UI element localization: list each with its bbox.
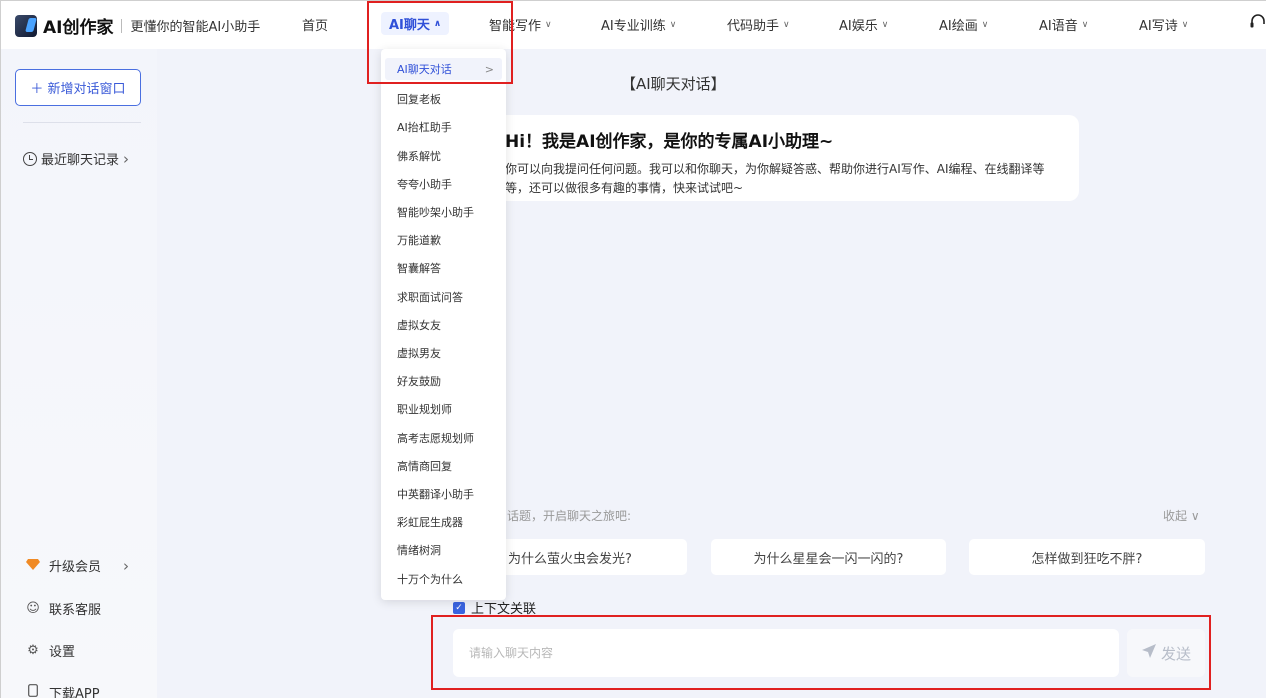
welcome-line-1: 你可以向我提问任何问题。我可以和你聊天，为你解疑答惑、帮助你进行AI写作、AI编…	[505, 162, 1045, 176]
chevron-right-icon: ›	[123, 149, 130, 168]
nav-ai-chat-label: AI聊天	[389, 18, 430, 33]
headset-icon[interactable]	[1249, 13, 1266, 36]
send-label: 发送	[1160, 644, 1191, 663]
download-app-link[interactable]: 下载APP	[25, 683, 100, 698]
nav-ai-poetry-label: AI写诗	[1139, 19, 1178, 34]
suggestion-chip[interactable]: 为什么星星会一闪一闪的?	[711, 539, 946, 575]
dropdown-item[interactable]: 中英翻译小助手	[397, 486, 474, 502]
send-button[interactable]: 发送	[1127, 629, 1205, 677]
phone-icon	[25, 684, 41, 698]
nav-ai-voice[interactable]: AI语音 ∨	[1039, 15, 1088, 34]
send-icon	[1141, 643, 1157, 663]
contact-support-link[interactable]: ☺ 联系客服	[25, 599, 101, 618]
chevron-down-icon: ∨	[1081, 19, 1089, 30]
checkbox-checked-icon[interactable]: ✓	[453, 601, 465, 614]
nav-ai-training-label: AI专业训练	[601, 19, 666, 34]
dropdown-item[interactable]: 彩虹屁生成器	[397, 514, 463, 530]
nav-ai-entertainment[interactable]: AI娱乐 ∨	[839, 15, 888, 34]
dropdown-item[interactable]: 职业规划师	[397, 401, 452, 417]
new-chat-button[interactable]: ＋ 新增对话窗口	[15, 69, 141, 106]
suggestion-label: 话题，开启聊天之旅吧:	[507, 509, 632, 523]
welcome-heading: Hi！我是AI创作家，是你的专属AI小助理~	[505, 132, 834, 152]
nav-ai-training[interactable]: AI专业训练 ∨	[601, 15, 676, 34]
input-area-highlight: 发送	[431, 615, 1211, 690]
settings-label: 设置	[49, 645, 76, 660]
nav-ai-chat[interactable]: AI聊天 ∧	[381, 12, 450, 35]
nav-home-label: 首页	[302, 19, 329, 34]
nav-home[interactable]: 首页	[302, 15, 328, 34]
dropdown-item[interactable]: 情绪树洞	[397, 542, 441, 558]
chevron-down-icon: ∨	[881, 19, 889, 30]
logo-divider	[121, 18, 123, 33]
chevron-right-icon: >	[484, 62, 494, 76]
download-app-label: 下载APP	[49, 687, 100, 698]
dropdown-item[interactable]: 夸夸小助手	[397, 176, 452, 192]
logo-name: AI创作家	[43, 18, 114, 38]
dropdown-item[interactable]: 高情商回复	[397, 458, 452, 474]
dropdown-item[interactable]: 回复老板	[397, 91, 441, 107]
collapse-button[interactable]: 收起 ∨	[1163, 507, 1200, 524]
dropdown-item[interactable]: 高考志愿规划师	[397, 430, 474, 446]
top-nav: AI创作家 更懂你的智能AI小助手 首页 AI聊天 ∧ 智能写作 ∨ AI专业训…	[1, 1, 1266, 49]
sidebar: ＋ 新增对话窗口 最近聊天记录 › 升级会员 › ☺ 联系客服 ⚙ 设置 下载A…	[1, 49, 157, 698]
nav-smart-writing-label: 智能写作	[489, 19, 542, 34]
nav-code-assistant-label: 代码助手	[727, 19, 780, 34]
upgrade-member-label: 升级会员	[49, 560, 102, 575]
contact-support-label: 联系客服	[49, 603, 102, 618]
chevron-down-icon: ∨	[545, 19, 552, 30]
chevron-right-icon: ›	[123, 556, 130, 575]
clock-icon	[23, 151, 37, 166]
logo[interactable]: AI创作家 更懂你的智能AI小助手	[15, 13, 260, 38]
welcome-line-2: 等，还可以做很多有趣的事情，快来试试吧~	[505, 181, 744, 195]
dropdown-item[interactable]: 好友鼓励	[397, 373, 441, 389]
dropdown-item[interactable]: 智能吵架小助手	[397, 204, 474, 220]
chevron-down-icon: ∨	[783, 19, 790, 30]
dropdown-item[interactable]: 虚拟女友	[397, 317, 441, 333]
chevron-up-icon: ∧	[433, 18, 442, 29]
chat-input[interactable]	[453, 629, 1119, 677]
logo-icon	[15, 14, 37, 37]
chevron-down-icon: ∨	[981, 19, 989, 30]
nav-smart-writing[interactable]: 智能写作 ∨	[489, 15, 552, 34]
dropdown-item[interactable]: 十万个为什么	[397, 571, 463, 587]
chevron-down-icon: ∨	[1181, 19, 1189, 30]
nav-code-assistant[interactable]: 代码助手 ∨	[727, 15, 790, 34]
ai-chat-dropdown: AI聊天对话 > 回复老板 AI抬杠助手 佛系解忧 夸夸小助手 智能吵架小助手 …	[381, 49, 506, 600]
recent-chats-label: 最近聊天记录	[41, 153, 120, 168]
suggestion-chip[interactable]: 怎样做到狂吃不胖?	[969, 539, 1205, 575]
upgrade-member-link[interactable]: 升级会员 ›	[25, 556, 129, 575]
nav-ai-voice-label: AI语音	[1039, 19, 1078, 34]
dropdown-item-label: AI聊天对话	[397, 63, 452, 76]
dropdown-item[interactable]: 佛系解忧	[397, 148, 441, 164]
dropdown-item-selected[interactable]: AI聊天对话 >	[385, 58, 502, 80]
recent-chats-link[interactable]: 最近聊天记录 ›	[23, 149, 129, 168]
nav-ai-painting-label: AI绘画	[939, 19, 978, 34]
nav-ai-painting[interactable]: AI绘画 ∨	[939, 15, 988, 34]
diamond-icon	[25, 558, 41, 574]
dropdown-item[interactable]: 万能道歉	[397, 232, 441, 248]
nav-ai-poetry[interactable]: AI写诗 ∨	[1139, 15, 1188, 34]
welcome-card: Hi！我是AI创作家，是你的专属AI小助理~ 你可以向我提问任何问题。我可以和你…	[489, 115, 1079, 201]
dropdown-item[interactable]: 虚拟男友	[397, 345, 441, 361]
gear-icon: ⚙	[27, 643, 39, 658]
dropdown-item[interactable]: AI抬杠助手	[397, 119, 452, 135]
settings-link[interactable]: ⚙ 设置	[25, 641, 75, 660]
dropdown-item[interactable]: 智囊解答	[397, 260, 441, 276]
sidebar-divider	[23, 122, 141, 123]
logo-tagline: 更懂你的智能AI小助手	[130, 20, 261, 35]
nav-ai-entertainment-label: AI娱乐	[839, 19, 878, 34]
support-icon: ☺	[26, 601, 40, 616]
chevron-down-icon: ∨	[669, 19, 677, 30]
page-title: 【AI聊天对话】	[621, 75, 726, 93]
dropdown-item[interactable]: 求职面试问答	[397, 289, 463, 305]
